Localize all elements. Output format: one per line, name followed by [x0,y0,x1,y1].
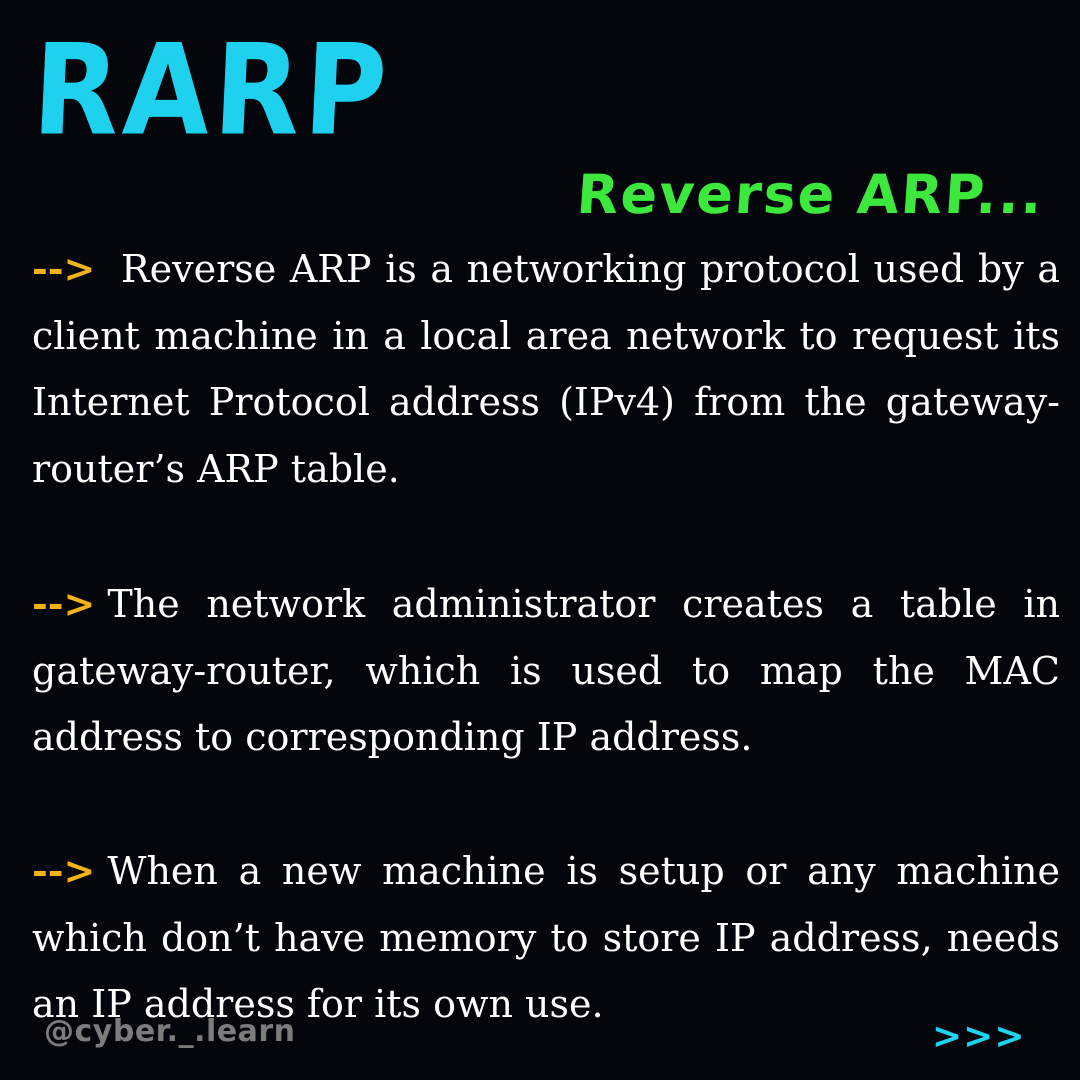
paragraph-1: --> Reverse ARP is a networking protocol… [32,236,1060,502]
arrow-marker: --> [32,848,96,893]
paragraph-3: --> When a new machine is setup or any ma… [32,838,1060,1038]
arrow-marker: --> [32,246,96,291]
paragraph-2-text: The network administrator creates a tabl… [32,582,1060,759]
paragraph-2: --> The network administrator creates a t… [32,571,1060,771]
paragraph-1-text: Reverse ARP is a networking protocol use… [32,247,1060,491]
page-title: RARP [29,17,394,164]
page-subtitle: Reverse ARP... [575,163,1047,226]
author-handle: @cyber._.learn [44,1014,296,1049]
next-page-indicator[interactable]: >>> [932,1016,1026,1057]
arrow-marker: --> [32,581,96,626]
paragraph-3-text: When a new machine is setup or any machi… [32,849,1060,1026]
